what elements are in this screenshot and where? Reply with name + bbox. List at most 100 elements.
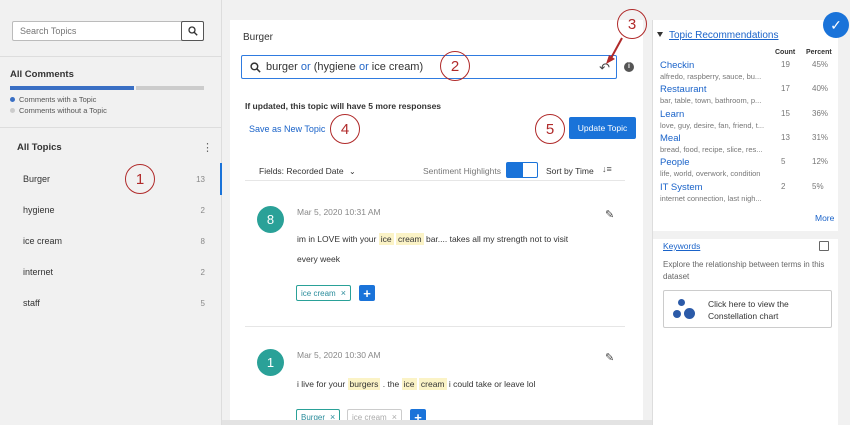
all-comments-title: All Comments xyxy=(10,69,74,80)
sentiment-highlights-label: Sentiment Highlights xyxy=(423,166,501,176)
more-link[interactable]: More xyxy=(815,213,834,223)
comment-text: i live for your xyxy=(297,379,348,389)
keyword-highlight: ice xyxy=(401,378,417,390)
topic-item-hygiene[interactable]: hygiene 2 xyxy=(0,200,222,220)
recommendation-keywords: life, world, overwork, condition xyxy=(660,169,761,178)
comment-avatar: 1 xyxy=(257,349,284,376)
expand-icon[interactable] xyxy=(819,241,829,251)
topic-recommendations-title[interactable]: Topic Recommendations xyxy=(669,30,779,41)
sort-by-time-label[interactable]: Sort by Time xyxy=(546,166,594,176)
comment-avatar: 8 xyxy=(257,206,284,233)
recommendation-name: Learn xyxy=(660,109,685,120)
sentiment-highlights-toggle[interactable] xyxy=(506,162,538,178)
callout-badge: 3 xyxy=(617,9,647,39)
save-as-new-topic-link[interactable]: Save as New Topic xyxy=(249,124,325,134)
topic-query-input[interactable]: burger or (hygiene or ice cream) ↶ xyxy=(241,55,617,79)
comments-without-topic-bar xyxy=(136,86,204,90)
query-term: ice cream) xyxy=(368,61,424,73)
topic-count: 8 xyxy=(200,236,205,246)
recommendation-count: 5 xyxy=(781,157,786,166)
recommendation-count: 17 xyxy=(781,84,790,93)
constellation-dot xyxy=(673,310,681,318)
callout-badge: 2 xyxy=(440,51,470,81)
legend-dot xyxy=(10,97,15,102)
chevron-down-icon: ⌄ xyxy=(348,167,356,176)
topic-search-input[interactable] xyxy=(13,22,173,40)
query-term: burger xyxy=(266,61,301,73)
keywords-description: Explore the relationship between terms i… xyxy=(663,260,825,281)
update-topic-button[interactable]: Update Topic xyxy=(569,117,636,139)
recommendation-percent: 40% xyxy=(812,84,829,93)
recommendation-name: People xyxy=(660,157,690,168)
recommendation-keywords: bread, food, recipe, slice, res... xyxy=(660,145,763,154)
tag-label: ice cream xyxy=(301,288,336,298)
search-button[interactable] xyxy=(181,21,204,41)
topic-item-burger[interactable]: Burger 13 xyxy=(0,163,222,195)
legend-without-topic: Comments without a Topic xyxy=(10,106,107,115)
recommendation-keywords: love, guy, desire, fan, friend, t... xyxy=(660,121,765,130)
keyword-highlight: cream xyxy=(395,233,424,245)
topic-name: hygiene xyxy=(23,205,55,215)
callout-badge: 4 xyxy=(330,114,360,144)
query-term: (hygiene xyxy=(310,61,359,73)
close-icon[interactable]: × xyxy=(341,288,346,298)
recommendation-restaurant[interactable]: Restaurant bar, table, town, bathroom, p… xyxy=(660,84,836,105)
legend-with-topic: Comments with a Topic xyxy=(10,95,96,104)
topic-title: Burger xyxy=(243,32,274,43)
caret-down-icon[interactable] xyxy=(657,32,663,37)
search-icon xyxy=(250,61,261,73)
comment-text: bar.... takes all my strength not to vis… xyxy=(423,234,569,244)
fields-dropdown[interactable]: Fields: Recorded Date ⌄ xyxy=(259,166,356,176)
legend-label: Comments without a Topic xyxy=(19,106,107,115)
divider xyxy=(245,326,625,327)
topic-count: 2 xyxy=(200,205,205,215)
recommendation-keywords: alfredo, raspberry, sauce, bu... xyxy=(660,72,762,81)
recommendation-name: IT System xyxy=(660,182,703,193)
topic-item-staff[interactable]: staff 5 xyxy=(0,293,222,313)
recommendation-checkin[interactable]: Checkin alfredo, raspberry, sauce, bu...… xyxy=(660,60,836,81)
topic-editor-panel: Burger burger or (hygiene or ice cream) … xyxy=(230,20,643,425)
topic-name: Burger xyxy=(23,174,51,184)
comment-timestamp: Mar 5, 2020 10:30 AM xyxy=(297,350,381,360)
constellation-dot xyxy=(684,308,695,319)
comment-text-line: im in LOVE with your ice cream bar.... t… xyxy=(297,233,569,245)
divider xyxy=(0,56,222,57)
topics-sidebar: All Comments Comments with a Topic Comme… xyxy=(0,0,222,425)
topic-item-ice-cream[interactable]: ice cream 8 xyxy=(0,231,222,251)
recommendation-name: Restaurant xyxy=(660,84,707,95)
scroll-shadow xyxy=(222,420,652,425)
edit-pencil-icon[interactable]: ✎ xyxy=(605,208,614,221)
comment-text: im in LOVE with your xyxy=(297,234,379,244)
recommendation-count: 19 xyxy=(781,60,790,69)
recommendation-name: Meal xyxy=(660,133,681,144)
comment-text-line: every week xyxy=(297,254,340,264)
edit-pencil-icon[interactable]: ✎ xyxy=(605,351,614,364)
checkmark-icon[interactable]: ✓ xyxy=(823,12,849,38)
recommendation-learn[interactable]: Learn love, guy, desire, fan, friend, t.… xyxy=(660,109,836,130)
topic-tag-chip[interactable]: ice cream × xyxy=(296,285,351,301)
topic-count: 13 xyxy=(196,174,205,184)
callout-badge: 5 xyxy=(535,114,565,144)
add-topic-button[interactable]: + xyxy=(359,285,375,301)
topic-count: 5 xyxy=(200,298,205,308)
divider xyxy=(0,127,222,128)
more-options-icon[interactable]: ⋮ xyxy=(202,141,213,154)
comment-text-line: i live for your burgers . the ice cream … xyxy=(297,378,535,390)
topic-item-internet[interactable]: internet 2 xyxy=(0,262,222,282)
recommendation-people[interactable]: People life, world, overwork, condition … xyxy=(660,157,836,178)
recommendation-it-system[interactable]: IT System internet connection, last nigh… xyxy=(660,182,836,203)
panel-divider xyxy=(653,231,839,239)
recommendation-meal[interactable]: Meal bread, food, recipe, slice, res... … xyxy=(660,133,836,154)
recommendation-percent: 36% xyxy=(812,109,829,118)
recommendation-keywords: internet connection, last nigh... xyxy=(660,194,762,203)
keywords-title[interactable]: Keywords xyxy=(663,241,700,251)
sort-icon[interactable]: ↓≡ xyxy=(602,164,612,174)
percent-column-header: Percent xyxy=(806,49,832,56)
all-topics-title: All Topics xyxy=(17,142,62,153)
query-operator: or xyxy=(300,61,311,73)
keyword-highlight: ice xyxy=(378,233,394,245)
comment-timestamp: Mar 5, 2020 10:31 AM xyxy=(297,207,381,217)
count-column-header: Count xyxy=(775,49,796,56)
fields-label: Fields: Recorded Date xyxy=(259,166,344,176)
constellation-chart-card[interactable]: Click here to view the Constellation cha… xyxy=(663,290,832,328)
